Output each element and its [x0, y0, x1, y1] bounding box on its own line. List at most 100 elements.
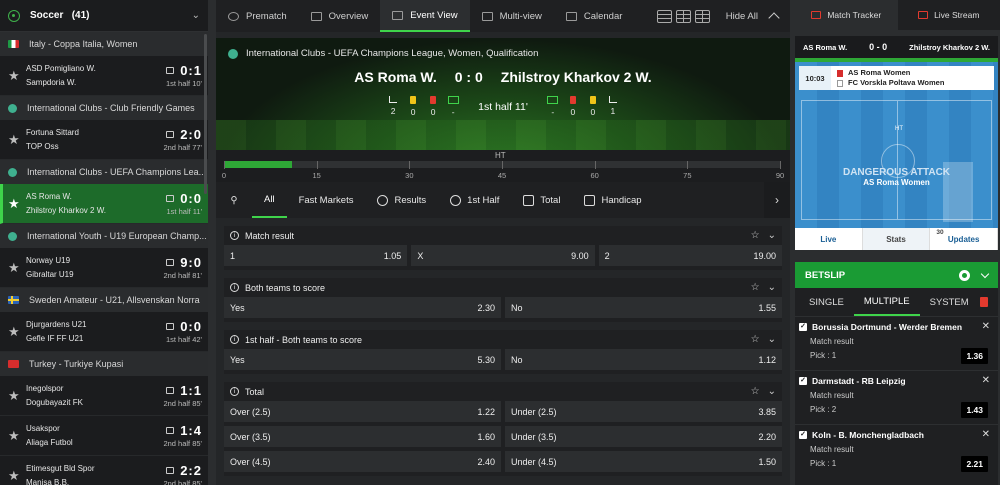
market-tab-1st-half[interactable]: 1st Half [438, 182, 511, 218]
soccer-header[interactable]: Soccer (41) ⌄ [0, 0, 208, 32]
red-card-icon [430, 96, 437, 104]
match-row[interactable]: ★ Usakspor Aliaga Futbol 1:4 2nd half 85' [0, 416, 208, 456]
odds-button[interactable]: X 9.00 [411, 245, 595, 266]
tracker-tab-stats[interactable]: Stats [862, 228, 931, 250]
tracker-tab-updates[interactable]: 30 Updates [930, 228, 998, 250]
star-icon[interactable]: ☆ [751, 282, 760, 293]
away-stats: - 0 0 1 [547, 96, 618, 117]
star-icon[interactable]: ☆ [751, 386, 760, 397]
star-icon[interactable]: ★ [8, 132, 26, 148]
info-icon[interactable]: i [230, 231, 239, 240]
star-icon[interactable]: ★ [8, 468, 26, 484]
compact-view-icon[interactable] [675, 9, 691, 23]
search-icon[interactable]: ⚲ [216, 182, 252, 218]
match-teams: Djurgardens U21 Gefle IF FF U21 [26, 318, 132, 346]
market-header[interactable]: i 1st half - Both teams to score ☆ ⌄ [224, 330, 782, 349]
match-time: 1st half 10' [165, 79, 202, 88]
tab-match-tracker[interactable]: Match Tracker [795, 0, 898, 30]
match-row[interactable]: ★ Etimesgut Bld Spor Manisa B.B. 2:2 2nd hal… [0, 456, 208, 485]
info-icon[interactable]: i [230, 387, 239, 396]
market-tab-all[interactable]: All [252, 182, 287, 218]
odds-button[interactable]: Under (4.5) 1.50 [505, 451, 782, 472]
sports-sidebar: Soccer (41) ⌄ Italy - Coppa Italia, Wome… [0, 0, 208, 485]
odds-button[interactable]: No 1.55 [505, 297, 782, 318]
list-view-icon[interactable] [656, 9, 672, 23]
star-icon[interactable]: ★ [8, 68, 26, 84]
info-icon[interactable]: i [230, 335, 239, 344]
odds-button[interactable]: Over (2.5) 1.22 [224, 401, 501, 422]
league-header[interactable]: International Clubs - UEFA Champions Lea… [0, 160, 208, 184]
match-teams: Etimesgut Bld Spor Manisa B.B. [26, 462, 132, 485]
odds-button[interactable]: Over (4.5) 2.40 [224, 451, 501, 472]
tracker-tab-live[interactable]: Live [795, 228, 863, 250]
globe-icon [8, 167, 17, 177]
market-header[interactable]: i Total ☆ ⌄ [224, 382, 782, 401]
odds-button[interactable]: 1 1.05 [224, 245, 408, 266]
gear-icon[interactable] [959, 269, 970, 281]
league-header[interactable]: Italy - Coppa Italia, Women [0, 32, 208, 56]
star-icon[interactable]: ★ [8, 196, 26, 212]
star-icon[interactable]: ☆ [751, 230, 760, 241]
league-header[interactable]: Turkey - Turkiye Kupasi [0, 352, 208, 376]
tab-event-view[interactable]: Event View [380, 0, 470, 32]
tab-multi-view[interactable]: Multi-view [470, 0, 554, 32]
odds-button[interactable]: Over (3.5) 1.60 [224, 426, 501, 447]
star-icon[interactable]: ☆ [751, 334, 760, 345]
market-tab-fast-markets[interactable]: Fast Markets [287, 182, 366, 218]
tab-live-stream[interactable]: Live Stream [898, 0, 1000, 30]
info-icon[interactable]: i [230, 283, 239, 292]
hide-all-button[interactable]: Hide All [726, 11, 758, 22]
check-icon[interactable]: ✓ [799, 322, 807, 331]
bet-market: Match result [810, 445, 854, 454]
match-row[interactable]: ★ Inegolspor Dogubayazit FK 1:1 2nd half 85' [0, 376, 208, 416]
chevron-down-icon[interactable]: ⌄ [768, 334, 776, 345]
star-icon[interactable]: ★ [8, 324, 26, 340]
league-header[interactable]: International Clubs - Club Friendly Game… [0, 96, 208, 120]
chevron-down-icon[interactable]: ⌄ [768, 282, 776, 293]
close-icon[interactable]: ✕ [982, 375, 990, 386]
betslip-tab-multiple[interactable]: MULTIPLE [853, 288, 920, 316]
check-icon[interactable]: ✓ [799, 376, 807, 385]
odds-button[interactable]: 2 19.00 [598, 245, 782, 266]
chevron-down-icon[interactable]: ⌄ [192, 10, 200, 21]
market-header[interactable]: i Both teams to score ☆ ⌄ [224, 278, 782, 297]
odds-button[interactable]: Under (3.5) 2.20 [505, 426, 782, 447]
chevron-down-icon[interactable]: ⌄ [768, 230, 776, 241]
odds-button[interactable]: Yes 5.30 [224, 349, 501, 370]
odds-row: 1 1.05 X 9.00 2 19.00 [224, 245, 782, 270]
match-row[interactable]: ★ ASD Pomigliano W. Sampdoria W. 0:1 1st hal… [0, 56, 208, 96]
tab-overview[interactable]: Overview [299, 0, 381, 32]
market-tab-results[interactable]: Results [365, 182, 438, 218]
odds-button[interactable]: No 1.12 [505, 349, 782, 370]
league-header[interactable]: Sweden Amateur - U21, Allsvenskan Norra [0, 288, 208, 312]
league-header[interactable]: International Youth - U19 European Champ… [0, 224, 208, 248]
tab-prematch[interactable]: Prematch [216, 0, 299, 32]
match-row[interactable]: ★ Fortuna Sittard TOP Oss 2:0 2nd half 77' [0, 120, 208, 160]
grid-view-icon[interactable] [694, 9, 710, 23]
betslip-tab-system[interactable]: SYSTEM [920, 288, 979, 316]
close-icon[interactable]: ✕ [982, 321, 990, 332]
tab-calendar[interactable]: Calendar [554, 0, 635, 32]
market-header[interactable]: i Match result ☆ ⌄ [224, 226, 782, 245]
chevron-right-icon[interactable]: › [764, 182, 790, 218]
chevron-down-icon[interactable]: ⌄ [768, 386, 776, 397]
star-icon[interactable]: ★ [8, 388, 26, 404]
close-icon[interactable]: ✕ [982, 429, 990, 440]
odds-button[interactable]: Under (2.5) 3.85 [505, 401, 782, 422]
odds-label: 1 [230, 250, 236, 261]
market-tab-handicap[interactable]: Handicap [572, 182, 653, 218]
chevron-up-icon[interactable] [768, 12, 780, 24]
star-icon[interactable]: ★ [8, 260, 26, 276]
match-row[interactable]: ★ AS Roma W. Zhilstroy Kharkov 2 W. 0:0 1st … [0, 184, 208, 224]
chevron-down-icon[interactable] [980, 269, 990, 278]
match-row[interactable]: ★ Djurgardens U21 Gefle IF FF U21 0:0 1st ha… [0, 312, 208, 352]
market-tab-total[interactable]: Total [511, 182, 572, 218]
star-icon[interactable]: ★ [8, 428, 26, 444]
betslip-tab-single[interactable]: SINGLE [799, 288, 854, 316]
match-row[interactable]: ★ Norway U19 Gibraltar U19 9:0 2nd half 81' [0, 248, 208, 288]
trash-icon[interactable] [980, 297, 988, 307]
sidebar-scrollbar[interactable] [204, 34, 207, 194]
odds-button[interactable]: Yes 2.30 [224, 297, 501, 318]
check-icon[interactable]: ✓ [799, 430, 807, 439]
betslip-header[interactable]: BETSLIP [795, 262, 998, 288]
